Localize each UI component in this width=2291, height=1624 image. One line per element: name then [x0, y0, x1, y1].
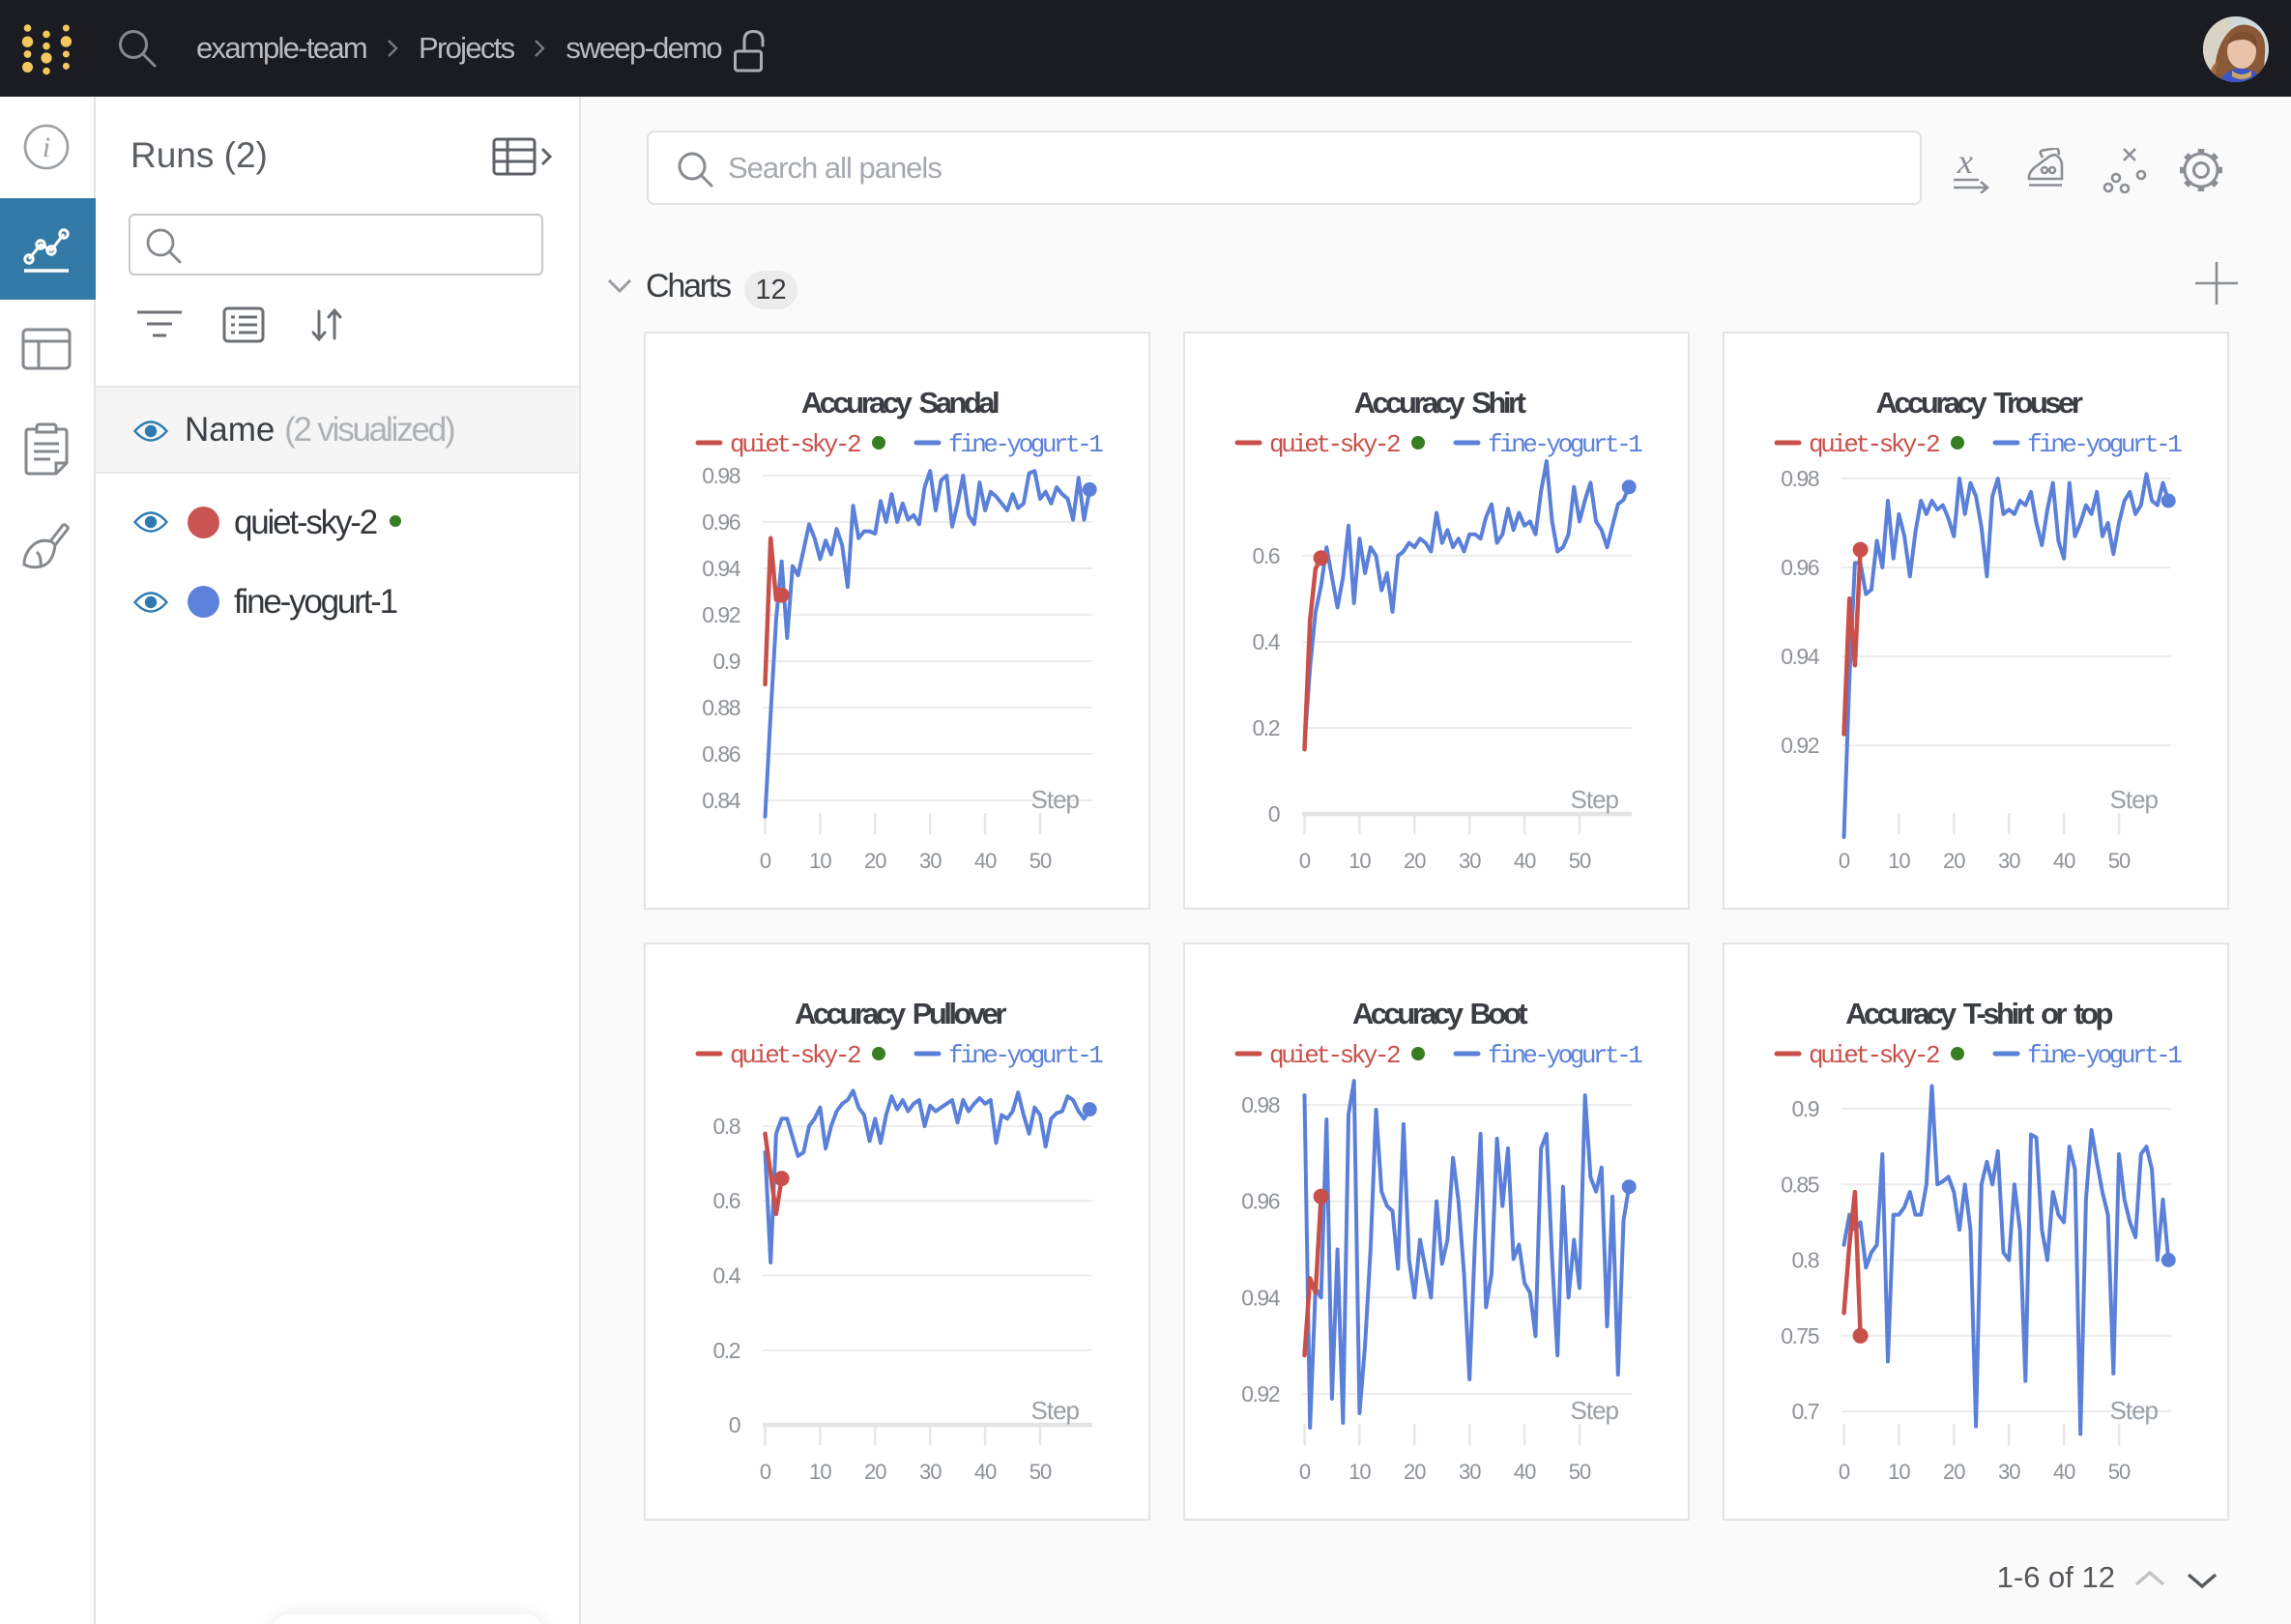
- svg-text:Accuracy Boot: Accuracy Boot: [1352, 997, 1527, 1030]
- svg-text:0.9: 0.9: [713, 649, 740, 674]
- svg-text:20: 20: [1404, 1460, 1426, 1484]
- svg-text:quiet-sky-2: quiet-sky-2: [1809, 1041, 1939, 1070]
- svg-text:fine-yogurt-1: fine-yogurt-1: [948, 1041, 1103, 1070]
- svg-text:i: i: [43, 131, 50, 163]
- svg-text:0.84: 0.84: [702, 788, 740, 813]
- svg-text:fine-yogurt-1: fine-yogurt-1: [948, 430, 1103, 459]
- svg-text:0.92: 0.92: [1241, 1381, 1279, 1406]
- svg-text:fine-yogurt-1: fine-yogurt-1: [2027, 430, 2182, 459]
- svg-text:10: 10: [809, 1460, 831, 1484]
- svg-text:10: 10: [1888, 1460, 1910, 1484]
- svg-text:0.96: 0.96: [702, 509, 740, 535]
- svg-text:0.98: 0.98: [1781, 466, 1818, 491]
- svg-text:quiet-sky-2: quiet-sky-2: [1809, 430, 1939, 459]
- svg-text:fine-yogurt-1: fine-yogurt-1: [2027, 1041, 2182, 1070]
- svg-text:20: 20: [864, 849, 886, 873]
- svg-text:0.9: 0.9: [1792, 1096, 1819, 1121]
- svg-text:0.94: 0.94: [702, 556, 740, 581]
- svg-text:fine-yogurt-1: fine-yogurt-1: [1488, 430, 1642, 459]
- svg-text:50: 50: [1569, 1460, 1591, 1484]
- svg-text:10: 10: [1888, 849, 1910, 873]
- svg-text:30: 30: [1998, 849, 2020, 873]
- svg-text:0.88: 0.88: [702, 695, 740, 720]
- svg-text:0: 0: [760, 1460, 771, 1484]
- svg-text:0: 0: [729, 1412, 740, 1437]
- svg-text:40: 40: [974, 1460, 997, 1484]
- svg-text:10: 10: [1348, 849, 1371, 873]
- svg-text:Step: Step: [2110, 1396, 2159, 1425]
- svg-text:10: 10: [809, 849, 831, 873]
- svg-text:0.2: 0.2: [713, 1338, 740, 1363]
- svg-text:0.6: 0.6: [713, 1188, 740, 1213]
- svg-text:40: 40: [1514, 849, 1536, 873]
- svg-text:40: 40: [974, 849, 997, 873]
- svg-text:quiet-sky-2: quiet-sky-2: [1269, 430, 1400, 459]
- svg-text:Step: Step: [1031, 785, 1080, 814]
- svg-text:0.96: 0.96: [1241, 1189, 1279, 1214]
- svg-text:Accuracy T-shirt or top: Accuracy T-shirt or top: [1845, 997, 2112, 1030]
- svg-text:Accuracy Sandal: Accuracy Sandal: [801, 386, 999, 420]
- svg-text:0.92: 0.92: [702, 602, 740, 627]
- svg-text:Accuracy Trouser: Accuracy Trouser: [1876, 386, 2083, 420]
- svg-text:quiet-sky-2: quiet-sky-2: [730, 1041, 860, 1070]
- svg-text:0.96: 0.96: [1781, 555, 1818, 580]
- svg-text:40: 40: [2053, 849, 2075, 873]
- svg-text:0: 0: [1839, 1460, 1850, 1484]
- svg-text:0: 0: [1839, 849, 1850, 873]
- svg-text:0.4: 0.4: [713, 1263, 741, 1289]
- svg-text:Step: Step: [2110, 785, 2159, 814]
- svg-text:0.7: 0.7: [1792, 1399, 1819, 1424]
- svg-text:Step: Step: [1571, 785, 1619, 814]
- svg-text:50: 50: [2108, 849, 2131, 873]
- svg-text:20: 20: [1404, 849, 1426, 873]
- svg-text:0.75: 0.75: [1781, 1323, 1818, 1348]
- svg-text:Step: Step: [1571, 1396, 1619, 1425]
- svg-text:quiet-sky-2: quiet-sky-2: [1269, 1041, 1400, 1070]
- svg-text:10: 10: [1348, 1460, 1371, 1484]
- svg-text:0.94: 0.94: [1241, 1285, 1280, 1310]
- svg-text:20: 20: [1943, 1460, 1965, 1484]
- svg-text:30: 30: [919, 1460, 942, 1484]
- svg-text:0.2: 0.2: [1253, 715, 1280, 740]
- svg-text:30: 30: [1459, 849, 1481, 873]
- svg-text:30: 30: [919, 849, 942, 873]
- svg-text:0.92: 0.92: [1781, 733, 1818, 758]
- svg-text:0.8: 0.8: [1792, 1248, 1819, 1273]
- svg-text:0.98: 0.98: [702, 463, 740, 488]
- svg-text:20: 20: [1943, 849, 1965, 873]
- svg-text:fine-yogurt-1: fine-yogurt-1: [1488, 1041, 1642, 1070]
- svg-text:0.86: 0.86: [702, 741, 740, 767]
- svg-text:0.6: 0.6: [1253, 543, 1280, 568]
- svg-text:quiet-sky-2: quiet-sky-2: [730, 430, 860, 459]
- svg-text:20: 20: [864, 1460, 886, 1484]
- svg-text:0: 0: [1299, 849, 1311, 873]
- svg-text:Step: Step: [1031, 1396, 1080, 1425]
- svg-text:50: 50: [1569, 849, 1591, 873]
- svg-text:x: x: [1957, 147, 1973, 181]
- svg-text:40: 40: [2053, 1460, 2075, 1484]
- svg-text:0.4: 0.4: [1253, 629, 1281, 654]
- svg-text:0: 0: [760, 849, 771, 873]
- svg-text:30: 30: [1459, 1460, 1481, 1484]
- svg-text:0.85: 0.85: [1781, 1172, 1818, 1197]
- svg-text:0.98: 0.98: [1241, 1092, 1279, 1117]
- svg-text:0: 0: [1268, 801, 1280, 826]
- svg-text:50: 50: [1030, 1460, 1052, 1484]
- svg-text:0.8: 0.8: [713, 1114, 740, 1139]
- svg-text:0: 0: [1299, 1460, 1311, 1484]
- svg-text:0.94: 0.94: [1781, 644, 1819, 669]
- svg-text:Accuracy Shirt: Accuracy Shirt: [1354, 386, 1526, 420]
- svg-text:50: 50: [1030, 849, 1052, 873]
- svg-text:40: 40: [1514, 1460, 1536, 1484]
- svg-text:Accuracy Pullover: Accuracy Pullover: [795, 997, 1006, 1030]
- svg-text:30: 30: [1998, 1460, 2020, 1484]
- svg-text:50: 50: [2108, 1460, 2131, 1484]
